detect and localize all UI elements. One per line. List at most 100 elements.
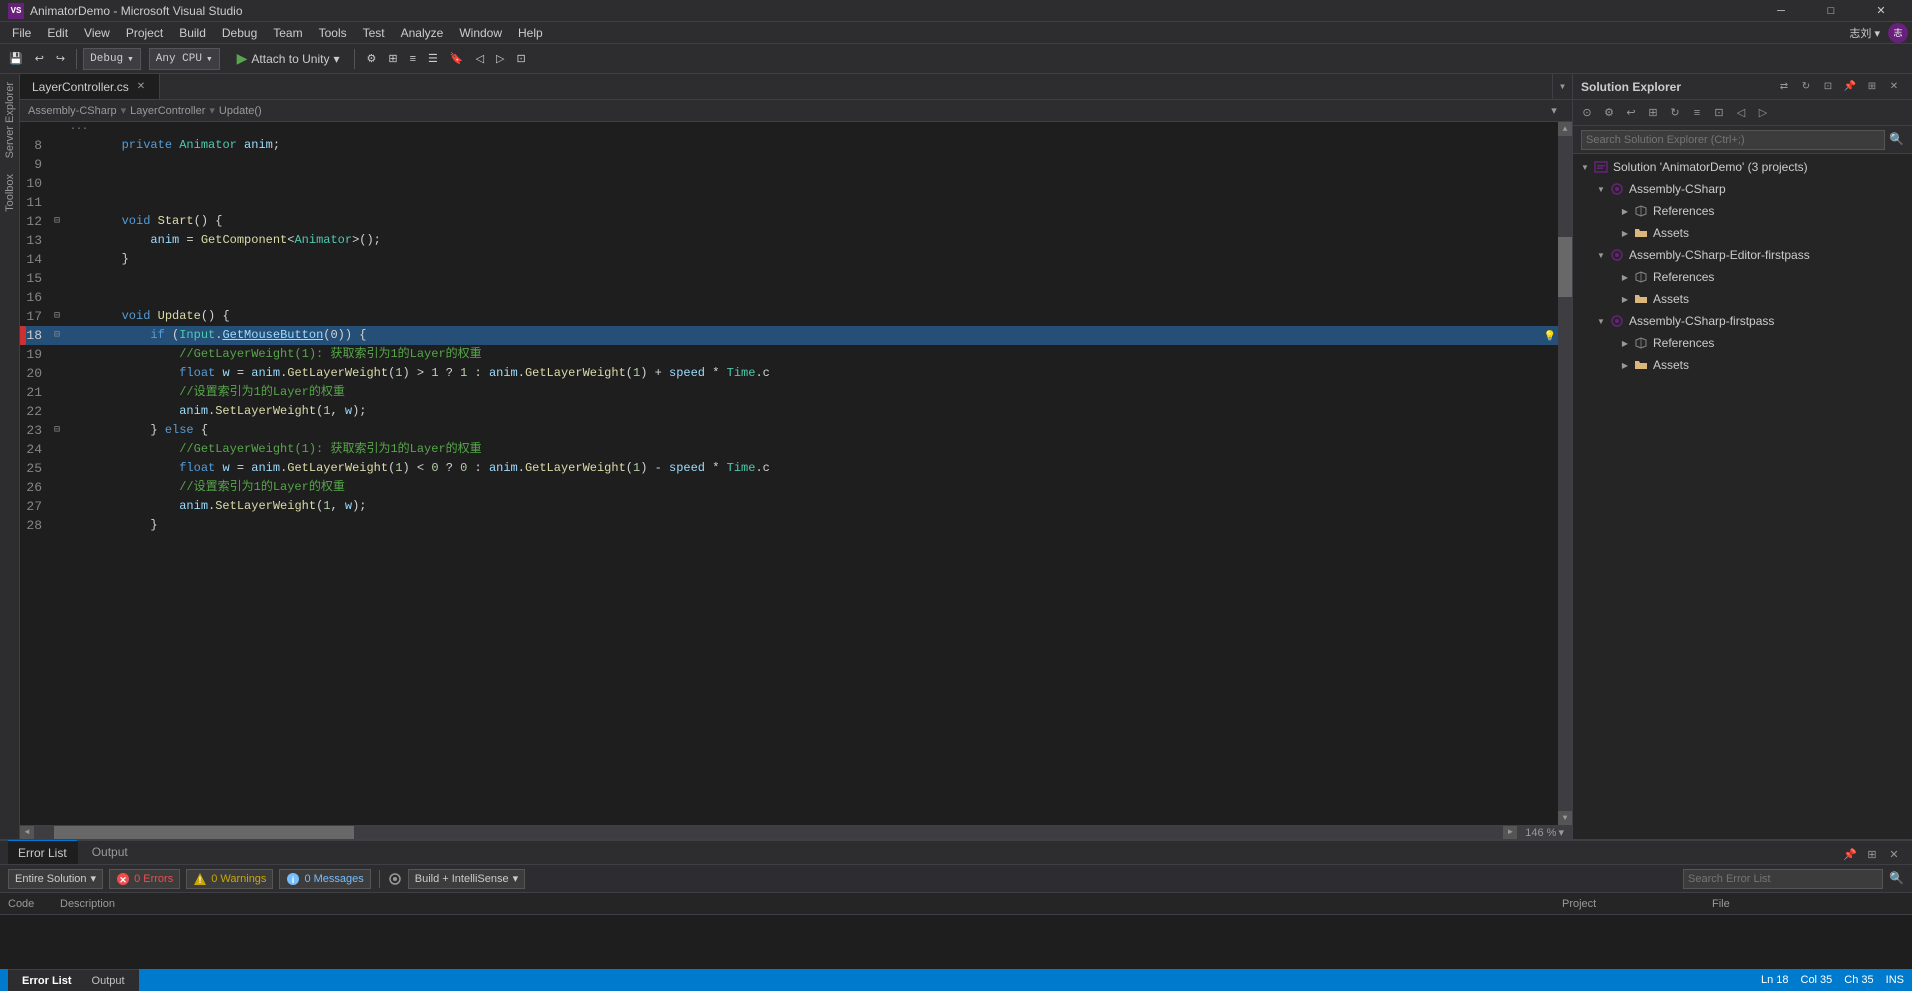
scroll-track[interactable] [1558,136,1572,811]
breadcrumb-class[interactable]: LayerController [130,105,205,117]
se-tool-1[interactable]: ⊙ [1577,103,1597,123]
menu-test[interactable]: Test [355,22,393,44]
fold-cell-18[interactable]: ⊟ [50,326,64,345]
se-dock-button[interactable]: ⊞ [1862,77,1882,97]
attach-to-unity-button[interactable]: ▶ Attach to Unity ▾ [228,47,349,71]
tree-references-2[interactable]: ▶ References [1573,266,1912,288]
tab-dropdown-button[interactable]: ▾ [1552,74,1572,99]
se-tool-5[interactable]: ↻ [1665,103,1685,123]
se-tool-8[interactable]: ◁ [1731,103,1751,123]
menu-analyze[interactable]: Analyze [393,22,452,44]
fold-cell-12[interactable]: ⊟ [50,212,64,231]
assets1-expand-arrow[interactable]: ▶ [1617,225,1633,241]
breadcrumb-assembly[interactable]: Assembly-CSharp [28,105,117,117]
cpu-config-dropdown[interactable]: Any CPU ▾ [149,48,220,70]
se-tool-6[interactable]: ≡ [1687,103,1707,123]
fold-cell-17[interactable]: ⊟ [50,307,64,326]
close-button[interactable]: ✕ [1858,0,1904,22]
editor-tab-layercontroller[interactable]: LayerController.cs ✕ [20,74,160,99]
status-ln[interactable]: Ln 18 [1761,974,1789,986]
menu-help[interactable]: Help [510,22,551,44]
hscroll-track[interactable] [34,826,1503,839]
redo-button[interactable]: ↪ [51,47,70,71]
undo-button[interactable]: ↩ [30,47,49,71]
se-collapse-button[interactable]: ⊡ [1818,77,1838,97]
se-close-button[interactable]: ✕ [1884,77,1904,97]
menu-project[interactable]: Project [118,22,171,44]
build-mode-dropdown[interactable]: Build + IntelliSense ▾ [408,869,525,889]
col-header-description[interactable]: Description [60,898,1562,910]
server-explorer-tab[interactable]: Server Explorer [0,74,19,166]
code-vertical-scrollbar[interactable]: ▲ ▼ [1558,122,1572,825]
project1-expand-arrow[interactable]: ▼ [1593,181,1609,197]
save-button[interactable]: 💾 [4,47,28,71]
hscroll-left-button[interactable]: ◄ [20,826,34,840]
minimize-button[interactable]: ─ [1758,0,1804,22]
user-name[interactable]: 志刘 ▾ [1849,25,1880,41]
status-tab-output[interactable]: Output [86,973,131,989]
horizontal-scrollbar[interactable]: ◄ ► 146 % ▾ [20,825,1572,839]
toolbar-btn-7[interactable]: ▷ [491,47,509,71]
breadcrumb-method[interactable]: Update() [219,105,262,117]
scroll-up-button[interactable]: ▲ [1558,122,1572,136]
errors-filter-button[interactable]: ✕ 0 Errors [109,869,180,889]
bottom-pin-button[interactable]: 📌 [1840,844,1860,864]
assets2-expand-arrow[interactable]: ▶ [1617,291,1633,307]
tree-assets-3[interactable]: ▶ Assets [1573,354,1912,376]
status-ch[interactable]: Ch 35 [1844,974,1873,986]
menu-debug[interactable]: Debug [214,22,265,44]
tree-project-assembly-csharp[interactable]: ▼ Assembly-CSharp [1573,178,1912,200]
debug-config-dropdown[interactable]: Debug ▾ [83,48,141,70]
intellisense-filter-icon[interactable] [388,872,402,886]
tab-error-list[interactable]: Error List [8,840,78,864]
status-tab-error-list[interactable]: Error List [16,973,78,989]
tree-assets-1[interactable]: ▶ Assets [1573,222,1912,244]
col-header-file[interactable]: File [1712,898,1912,910]
se-tool-2[interactable]: ⚙ [1599,103,1619,123]
references2-expand-arrow[interactable]: ▶ [1617,269,1633,285]
hscroll-thumb[interactable] [54,826,354,839]
project2-expand-arrow[interactable]: ▼ [1593,247,1609,263]
se-refresh-button[interactable]: ↻ [1796,77,1816,97]
menu-build[interactable]: Build [171,22,214,44]
lightbulb-icon[interactable]: 💡 [1544,328,1556,347]
solution-expand-arrow[interactable]: ▼ [1577,159,1593,175]
hscroll-right-button[interactable]: ► [1503,826,1517,840]
toolbox-tab[interactable]: Toolbox [0,166,19,220]
fold-cell-23[interactable]: ⊟ [50,421,64,440]
se-tool-9[interactable]: ▷ [1753,103,1773,123]
toolbar-btn-4[interactable]: ☰ [423,47,443,71]
project3-expand-arrow[interactable]: ▼ [1593,313,1609,329]
line-content-8[interactable]: private Animator anim; [64,136,1558,155]
assets3-expand-arrow[interactable]: ▶ [1617,357,1633,373]
se-tool-4[interactable]: ⊞ [1643,103,1663,123]
status-col[interactable]: Col 35 [1801,974,1833,986]
menu-view[interactable]: View [76,22,118,44]
tree-project-assembly-csharp-firstpass[interactable]: ▼ Assembly-CSharp-firstpass [1573,310,1912,332]
col-header-project[interactable]: Project [1562,898,1712,910]
tree-project-assembly-csharp-editor[interactable]: ▼ Assembly-CSharp-Editor-firstpass [1573,244,1912,266]
toolbar-btn-8[interactable]: ⊡ [512,47,531,71]
toolbar-btn-2[interactable]: ⊞ [383,47,402,71]
solution-explorer-search-input[interactable] [1581,130,1885,150]
references1-expand-arrow[interactable]: ▶ [1617,203,1633,219]
se-pin-button[interactable]: 📌 [1840,77,1860,97]
menu-window[interactable]: Window [451,22,510,44]
error-list-search-input[interactable] [1683,869,1883,889]
se-sync-button[interactable]: ⇄ [1774,77,1794,97]
code-editor[interactable]: ··· 8 private Animator anim; [20,122,1558,825]
breadcrumb-expand-button[interactable]: ▾ [1544,101,1564,121]
menu-edit[interactable]: Edit [39,22,76,44]
se-tool-3[interactable]: ↩ [1621,103,1641,123]
bottom-float-button[interactable]: ⊞ [1862,844,1882,864]
toolbar-btn-6[interactable]: ◁ [471,47,489,71]
tree-references-3[interactable]: ▶ References [1573,332,1912,354]
tree-references-1[interactable]: ▶ References [1573,200,1912,222]
tab-close-button[interactable]: ✕ [135,80,147,93]
scroll-down-button[interactable]: ▼ [1558,811,1572,825]
zoom-dropdown-arrow[interactable]: ▾ [1558,826,1564,839]
menu-file[interactable]: File [4,22,39,44]
tab-output[interactable]: Output [82,840,139,864]
toolbar-btn-5[interactable]: 🔖 [445,47,469,71]
toolbar-btn-3[interactable]: ≡ [405,47,421,71]
